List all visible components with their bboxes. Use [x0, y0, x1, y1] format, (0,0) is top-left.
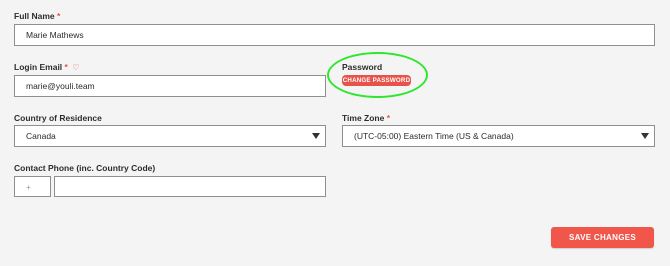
phone-country-code-input[interactable]: +: [14, 176, 51, 197]
full-name-label: Full Name *: [14, 11, 61, 21]
login-email-label: Login Email * ♡: [14, 62, 80, 72]
country-label: Country of Residence: [14, 113, 102, 123]
chevron-down-icon: [641, 133, 649, 139]
required-asterisk: *: [64, 62, 68, 72]
contact-phone-label: Contact Phone (inc. Country Code): [14, 163, 156, 173]
change-password-button[interactable]: CHANGE PASSWORD: [342, 75, 411, 86]
full-name-input[interactable]: Marie Mathews: [14, 24, 655, 46]
chevron-down-icon: [312, 133, 320, 139]
time-zone-select[interactable]: (UTC-05:00) Eastern Time (US & Canada): [342, 125, 655, 147]
time-zone-label: Time Zone *: [342, 113, 391, 123]
login-email-input[interactable]: marie@youli.team: [14, 75, 326, 97]
country-select[interactable]: Canada: [14, 125, 326, 147]
password-label: Password: [342, 62, 383, 72]
required-asterisk: *: [386, 113, 391, 123]
save-changes-button[interactable]: SAVE CHANGES: [551, 227, 654, 248]
required-asterisk: *: [57, 11, 61, 21]
heart-icon: ♡: [72, 63, 80, 72]
phone-number-input[interactable]: [54, 176, 326, 197]
